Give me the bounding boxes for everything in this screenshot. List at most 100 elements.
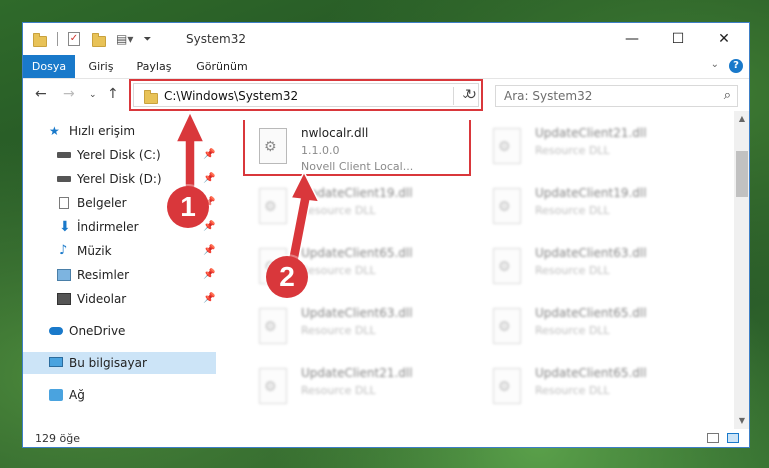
file-name: UpdateClient63.dll: [301, 306, 413, 320]
computer-icon: [49, 357, 63, 367]
star-icon: ★: [49, 124, 60, 138]
search-icon[interactable]: ⌕: [724, 88, 731, 103]
nav-onedrive[interactable]: OneDrive: [23, 320, 216, 342]
nav-label: İndirmeler: [77, 220, 139, 234]
toolbar-divider: [57, 32, 58, 46]
customize-toolbar-chevron-icon[interactable]: ⏷: [143, 34, 151, 45]
file-tile[interactable]: UpdateClient21.dll Resource DLL: [480, 122, 710, 174]
folder-icon: [144, 90, 158, 104]
forward-arrow-icon[interactable]: →: [63, 86, 75, 102]
file-name: UpdateClient65.dll: [535, 366, 647, 380]
dll-file-icon: [259, 368, 287, 404]
nav-label: OneDrive: [69, 324, 126, 338]
documents-icon: [59, 197, 69, 209]
tab-file[interactable]: Dosya: [23, 55, 75, 78]
status-bar: 129 öğe: [23, 429, 749, 447]
file-explorer-window: ✓ ▤▾ ⏷ System32 — ☐ ✕ Dosya Giriş Paylaş…: [22, 22, 750, 448]
file-name: UpdateClient19.dll: [535, 186, 647, 200]
nav-label: Müzik: [77, 244, 112, 258]
file-tile[interactable]: UpdateClient21.dll Resource DLL: [246, 362, 476, 414]
dll-file-icon: [493, 308, 521, 344]
file-name: UpdateClient63.dll: [535, 246, 647, 260]
downloads-icon: ⬇: [59, 219, 71, 235]
new-folder-icon[interactable]: [92, 32, 106, 47]
file-type: Resource DLL: [535, 384, 610, 397]
file-name: UpdateClient21.dll: [535, 126, 647, 140]
scroll-down-arrow-icon[interactable]: ▼: [734, 413, 749, 429]
file-name: UpdateClient65.dll: [535, 306, 647, 320]
nav-label: Yerel Disk (C:): [77, 148, 161, 162]
nav-item-videos[interactable]: Videolar 📌: [23, 288, 216, 310]
folder-icon: [33, 32, 47, 47]
address-divider: [453, 87, 454, 105]
minimize-button[interactable]: —: [609, 23, 655, 55]
tab-view[interactable]: Görünüm: [191, 55, 253, 78]
drive-icon: [57, 152, 71, 158]
window-title: System32: [186, 32, 247, 46]
up-arrow-icon[interactable]: ↑: [107, 86, 119, 102]
file-type: Resource DLL: [301, 324, 376, 337]
dll-file-icon: [259, 308, 287, 344]
cloud-icon: [49, 327, 63, 335]
large-icons-view-icon[interactable]: [727, 433, 739, 443]
help-icon[interactable]: ?: [729, 59, 743, 73]
file-tile[interactable]: UpdateClient19.dll Resource DLL: [480, 182, 710, 234]
vertical-scrollbar[interactable]: ▲ ▼: [734, 111, 749, 429]
address-bar[interactable]: C:\Windows\System32 ⌄: [129, 79, 483, 111]
nav-label: Videolar: [77, 292, 127, 306]
nav-label: Ağ: [69, 388, 85, 402]
address-path[interactable]: C:\Windows\System32: [164, 89, 298, 103]
file-tile[interactable]: UpdateClient65.dll Resource DLL: [480, 302, 710, 354]
nav-item-pictures[interactable]: Resimler 📌: [23, 264, 216, 286]
nav-label: Resimler: [77, 268, 130, 282]
address-field[interactable]: C:\Windows\System32 ⌄: [133, 83, 479, 107]
dll-file-icon: [493, 188, 521, 224]
drive-icon: [57, 176, 71, 182]
tab-share[interactable]: Paylaş: [129, 55, 179, 78]
close-button[interactable]: ✕: [701, 23, 747, 55]
file-type: Resource DLL: [535, 204, 610, 217]
dll-file-icon: [493, 128, 521, 164]
tab-home[interactable]: Giriş: [81, 55, 121, 78]
pin-icon[interactable]: 📌: [203, 264, 215, 286]
file-type: Resource DLL: [535, 264, 610, 277]
nav-item-music[interactable]: ♪ Müzik 📌: [23, 240, 216, 262]
details-view-icon[interactable]: [707, 433, 719, 443]
file-name: UpdateClient21.dll: [301, 366, 413, 380]
title-bar: ✓ ▤▾ ⏷ System32 — ☐ ✕: [23, 23, 749, 55]
refresh-icon[interactable]: ↻: [461, 84, 481, 106]
nav-label: Belgeler: [77, 196, 127, 210]
scrollbar-thumb[interactable]: [736, 151, 748, 197]
expand-ribbon-chevron-icon[interactable]: ⌄: [711, 59, 719, 70]
nav-label: Yerel Disk (D:): [77, 172, 162, 186]
quick-access-toolbar: ✓ ▤▾ ⏷: [33, 23, 151, 55]
step-badge-2: 2: [266, 256, 308, 298]
videos-icon: [57, 293, 71, 305]
back-arrow-icon[interactable]: ←: [35, 86, 47, 102]
nav-label: Bu bilgisayar: [69, 356, 147, 370]
search-box[interactable]: Ara: System32 ⌕: [495, 85, 738, 107]
pin-icon[interactable]: 📌: [203, 240, 215, 262]
network-icon: [49, 389, 63, 401]
file-tile[interactable]: UpdateClient63.dll Resource DLL: [480, 242, 710, 294]
file-type: Resource DLL: [301, 384, 376, 397]
step-badge-1: 1: [167, 186, 209, 228]
pictures-icon: [57, 269, 71, 281]
view-options-icon[interactable]: ▤▾: [116, 32, 133, 46]
ribbon-tabs: Dosya Giriş Paylaş Görünüm ⌄ ?: [23, 55, 749, 79]
nav-this-pc[interactable]: Bu bilgisayar: [23, 352, 216, 374]
recent-locations-chevron-icon[interactable]: ⌄: [89, 90, 97, 100]
maximize-button[interactable]: ☐: [655, 23, 701, 55]
properties-check-icon[interactable]: ✓: [68, 32, 80, 46]
nav-network[interactable]: Ağ: [23, 384, 216, 406]
file-type: Resource DLL: [535, 324, 610, 337]
file-tile[interactable]: UpdateClient63.dll Resource DLL: [246, 302, 476, 354]
pin-icon[interactable]: 📌: [203, 288, 215, 310]
dll-file-icon: [493, 248, 521, 284]
scroll-up-arrow-icon[interactable]: ▲: [734, 111, 749, 127]
file-tile[interactable]: UpdateClient65.dll Resource DLL: [480, 362, 710, 414]
file-type: Resource DLL: [535, 144, 610, 157]
item-count: 129 öğe: [35, 432, 80, 445]
search-placeholder[interactable]: Ara: System32: [504, 89, 592, 103]
nav-label: Hızlı erişim: [69, 124, 136, 138]
